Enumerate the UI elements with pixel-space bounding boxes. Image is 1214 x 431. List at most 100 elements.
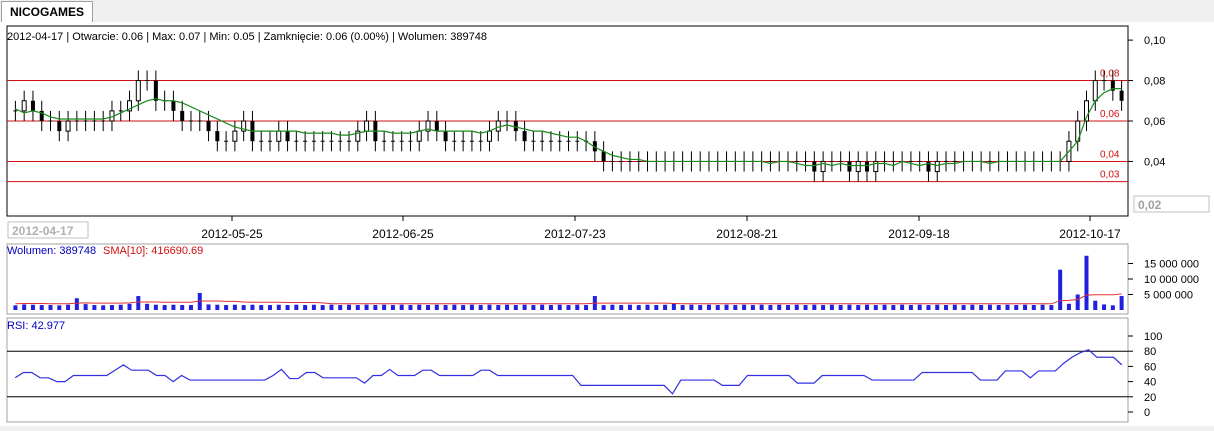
volume-bar: [127, 303, 132, 310]
volume-bar: [1093, 300, 1098, 310]
volume-bar: [768, 305, 773, 310]
rsi-tick-label: 20: [1144, 392, 1156, 404]
volume-bar: [1102, 304, 1107, 310]
level-label-3: 0,03: [1100, 170, 1120, 181]
volume-bar: [865, 304, 870, 310]
volume-bar: [1023, 304, 1028, 310]
date-tick-label: 2012-05-25: [201, 227, 263, 241]
rsi-tick-label: 0: [1144, 407, 1150, 419]
chart-canvas[interactable]: 0,08 0,06 0,04 0,03 0,10 0,08 0,06 0,04 2012-05…: [0, 22, 1214, 426]
volume-bar: [452, 304, 457, 310]
volume-bar: [206, 304, 211, 310]
candle-body: [276, 130, 282, 142]
volume-sma-line: [15, 293, 1122, 305]
volume-bar: [759, 304, 764, 310]
price-sma-line: [15, 88, 1122, 167]
volume-bar: [180, 305, 185, 310]
volume-bar: [1049, 305, 1054, 310]
volume-info-label: Wolumen: 389748: [7, 245, 96, 257]
volume-bar: [276, 304, 281, 310]
tab-nicogames[interactable]: NICOGAMES: [1, 1, 94, 23]
volume-bar: [215, 304, 220, 310]
volume-bar: [109, 305, 114, 310]
volume-bar: [224, 305, 229, 310]
volume-bar: [952, 304, 957, 310]
candle-body: [57, 121, 62, 132]
volume-bar: [548, 305, 553, 310]
volume-bar: [320, 305, 325, 310]
volume-bar: [294, 304, 299, 310]
volume-bar: [1058, 269, 1063, 310]
volume-bar: [347, 304, 352, 310]
volume-bar: [513, 305, 518, 310]
volume-bar: [241, 305, 246, 310]
volume-bar: [671, 303, 676, 310]
rsi-series-line: [14, 348, 1123, 395]
candle-body: [601, 151, 606, 162]
price-tick-label: 0,06: [1144, 116, 1165, 128]
volume-bar: [1066, 303, 1071, 310]
volume-bar: [303, 305, 308, 310]
volume-bar: [917, 304, 922, 310]
volume-bar: [944, 305, 949, 310]
volume-bar: [267, 305, 272, 310]
volume-bar: [584, 305, 589, 310]
volume-bar: [434, 304, 439, 310]
volume-bar: [399, 304, 404, 310]
volume-bar: [698, 305, 703, 310]
rsi-tick-label: 60: [1144, 361, 1156, 373]
candle-body: [364, 120, 370, 132]
candle-body: [232, 130, 238, 142]
level-label-0: 0,08: [1100, 69, 1120, 80]
level-label-2: 0,04: [1100, 149, 1120, 160]
candle-body: [486, 130, 492, 142]
stock-chart[interactable]: 0,08 0,06 0,04 0,03 0,10 0,08 0,06 0,04 2012-05…: [0, 22, 1214, 426]
volume-bar: [689, 304, 694, 310]
volume-bar: [610, 304, 615, 310]
candle-body: [135, 80, 141, 102]
volume-bar: [74, 298, 79, 310]
volume-bar: [706, 304, 711, 310]
volume-bar: [636, 305, 641, 310]
candle-body: [416, 130, 422, 142]
volume-bar: [285, 305, 290, 310]
rsi-tick-label: 100: [1144, 331, 1162, 343]
volume-bar: [461, 305, 466, 310]
volume-bar: [540, 304, 545, 310]
volume-bar: [856, 305, 861, 310]
volume-bar: [505, 304, 510, 310]
volume-sma-label: SMA[10]: 416690.69: [103, 245, 203, 257]
rsi-line: [7, 348, 1128, 398]
candle-body: [1119, 90, 1124, 101]
volume-bar: [829, 304, 834, 310]
candle-body: [21, 100, 27, 112]
volume-bar: [92, 305, 97, 310]
candle-body: [171, 100, 176, 111]
candle-body: [1092, 80, 1098, 102]
volume-bar: [329, 304, 334, 310]
volume-bar: [838, 305, 843, 310]
rsi-panel-frame: [6, 317, 1129, 423]
volume-bar: [83, 304, 88, 310]
volume-bar: [162, 305, 167, 310]
volume-bar: [408, 305, 413, 310]
volume-bar: [794, 304, 799, 310]
volume-bar: [338, 305, 343, 310]
volume-bar: [48, 305, 53, 310]
volume-bar: [821, 305, 826, 310]
volume-bar: [742, 304, 747, 310]
volume-bar: [1084, 255, 1089, 310]
candle-body: [865, 161, 870, 172]
candle-body: [215, 131, 220, 142]
volume-bar: [426, 305, 431, 310]
volume-bar: [619, 305, 624, 310]
volume-tick-label: 5 000 000: [1144, 290, 1193, 302]
volume-bar: [812, 304, 817, 310]
volume-bar: [496, 305, 501, 310]
volume-bar: [382, 304, 387, 310]
volume-bar: [522, 304, 527, 310]
volume-bar: [417, 304, 422, 310]
volume-bar: [355, 305, 360, 310]
volume-bar: [803, 305, 808, 310]
volume-bar: [1119, 296, 1124, 310]
